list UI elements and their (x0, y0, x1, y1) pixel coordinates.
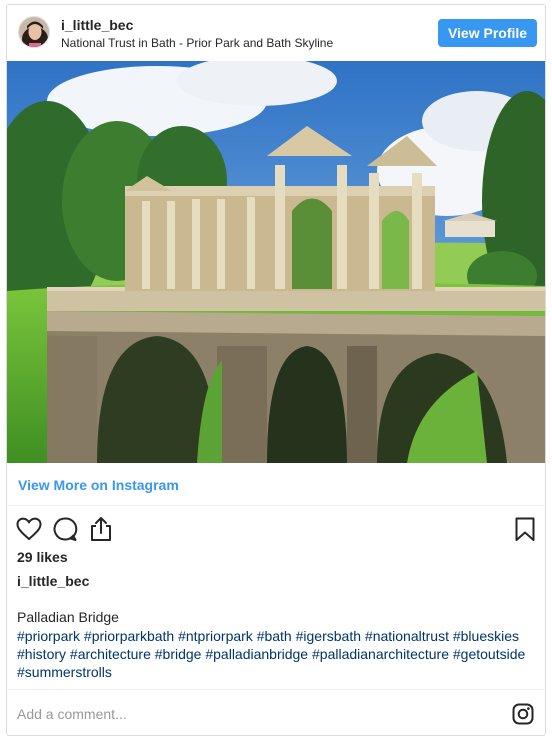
post-username[interactable]: i_little_bec (61, 17, 133, 33)
comment-bubble-icon[interactable] (51, 515, 79, 543)
hashtag-link[interactable]: #bridge (155, 646, 202, 662)
caption-text: Palladian Bridge (17, 609, 119, 625)
hashtag-link[interactable]: #architecture (70, 646, 151, 662)
hashtag-link[interactable]: #nationaltrust (365, 628, 449, 644)
instagram-logo-icon[interactable] (512, 703, 534, 725)
hashtag-link[interactable]: #getoutside (453, 646, 525, 662)
post-header: i_little_bec National Trust in Bath - Pr… (7, 5, 545, 61)
hashtag-link[interactable]: #blueskies (453, 628, 519, 644)
hashtag-link[interactable]: #palladianarchitecture (312, 646, 449, 662)
hashtag-link[interactable]: #priorpark (17, 628, 80, 644)
add-comment-input[interactable] (17, 704, 497, 724)
avatar[interactable] (18, 16, 50, 48)
hashtag-link[interactable]: #palladianbridge (205, 646, 308, 662)
heart-icon[interactable] (15, 515, 43, 543)
hashtag-link[interactable]: #igersbath (296, 628, 361, 644)
hashtag-link[interactable]: #priorparkbath (84, 628, 174, 644)
likes-count[interactable]: 29 likes (17, 549, 68, 565)
view-profile-button[interactable]: View Profile (438, 19, 537, 47)
hashtags: #priorpark #priorparkbath #ntpriorpark #… (17, 627, 541, 681)
instagram-embed-card: i_little_bec National Trust in Bath - Pr… (6, 4, 546, 736)
post-actions (7, 506, 545, 550)
hashtag-link[interactable]: #history (17, 646, 66, 662)
caption-username[interactable]: i_little_bec (17, 573, 89, 589)
post-image[interactable] (7, 61, 545, 463)
share-icon[interactable] (87, 515, 115, 543)
hashtag-link[interactable]: #summerstrolls (17, 664, 112, 680)
view-more-row: View More on Instagram (7, 463, 545, 506)
view-more-on-instagram-link[interactable]: View More on Instagram (18, 477, 179, 493)
hashtag-link[interactable]: #ntpriorpark (178, 628, 253, 644)
hashtag-link[interactable]: #bath (257, 628, 292, 644)
post-location[interactable]: National Trust in Bath - Prior Park and … (61, 36, 333, 50)
comment-row (7, 689, 545, 735)
bookmark-icon[interactable] (511, 515, 539, 543)
